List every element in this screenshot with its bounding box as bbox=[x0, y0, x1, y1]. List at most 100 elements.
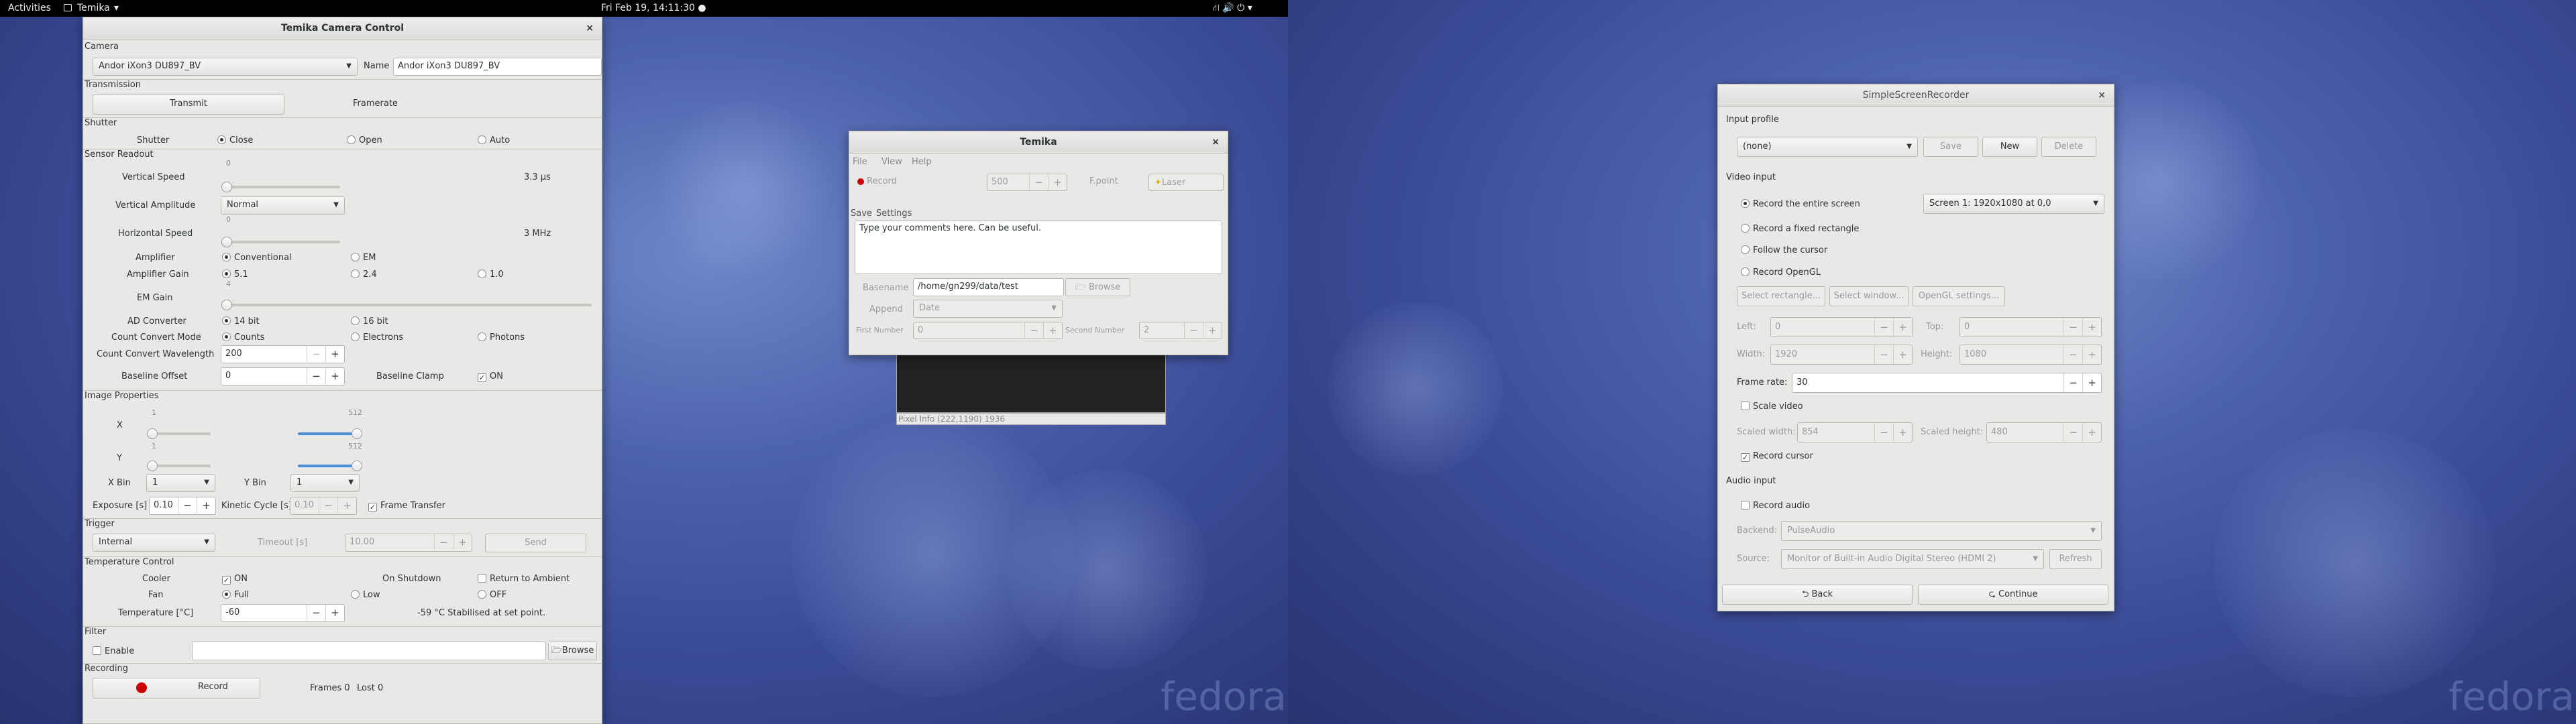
shutter-auto-radio[interactable]: Auto bbox=[478, 135, 510, 145]
clock[interactable]: Fri Feb 19, 14:11:30 ● bbox=[601, 3, 706, 13]
close-icon[interactable]: × bbox=[2098, 84, 2106, 107]
hspeed-slider-handle[interactable] bbox=[221, 237, 232, 247]
temperature-spinner[interactable]: -60 − + bbox=[221, 604, 345, 622]
plus-icon[interactable]: + bbox=[1048, 174, 1067, 190]
menu-view[interactable]: View bbox=[881, 157, 902, 167]
select-window-button[interactable]: Select window... bbox=[1829, 286, 1909, 306]
laser-button[interactable]: ✦Laser bbox=[1148, 174, 1224, 191]
minus-icon[interactable]: − bbox=[434, 534, 453, 550]
minus-icon[interactable]: − bbox=[1029, 174, 1048, 190]
minus-icon[interactable]: − bbox=[319, 497, 337, 514]
plus-icon[interactable]: + bbox=[325, 605, 344, 621]
screen-select[interactable]: Screen 1: 1920x1080 at 0,0 ▼ bbox=[1923, 194, 2104, 214]
menu-file[interactable]: File bbox=[853, 157, 867, 167]
emgain-slider-handle[interactable] bbox=[221, 300, 232, 310]
amp-conventional-radio[interactable]: Conventional bbox=[222, 253, 292, 263]
profile-select[interactable]: (none) ▼ bbox=[1737, 137, 1918, 157]
minus-icon[interactable]: − bbox=[178, 497, 197, 514]
minus-icon[interactable]: − bbox=[307, 346, 325, 362]
ccw-spinner[interactable]: 200 − + bbox=[221, 345, 345, 363]
camera-name-field[interactable]: Andor iXon3 DU897_BV bbox=[393, 58, 602, 76]
camera-select[interactable]: Andor iXon3 DU897_BV ▼ bbox=[93, 58, 358, 76]
minus-icon[interactable]: − bbox=[1184, 322, 1203, 339]
record-opengl-radio[interactable]: Record OpenGL bbox=[1741, 267, 1821, 278]
x-min-slider-handle[interactable] bbox=[147, 428, 158, 439]
x-max-slider-track[interactable] bbox=[298, 432, 358, 435]
plus-icon[interactable]: + bbox=[2082, 318, 2101, 337]
first-number-spinner[interactable]: 0 − + bbox=[913, 322, 1063, 339]
fpoint-label[interactable]: F.point bbox=[1089, 176, 1118, 186]
plus-icon[interactable]: + bbox=[197, 497, 215, 514]
hspeed-slider-track[interactable] bbox=[226, 241, 340, 243]
transmit-button[interactable]: Transmit bbox=[93, 95, 284, 115]
plus-icon[interactable]: + bbox=[2082, 423, 2101, 442]
plus-icon[interactable]: + bbox=[1893, 318, 1912, 337]
tab-save[interactable]: Save bbox=[851, 208, 872, 219]
send-button[interactable]: Send bbox=[485, 534, 586, 552]
x-max-slider-handle[interactable] bbox=[352, 428, 362, 439]
scaled-height-spinner[interactable]: 480 − + bbox=[1986, 422, 2102, 442]
append-select[interactable]: Date ▼ bbox=[913, 300, 1063, 318]
framerate-spinner[interactable]: 30 − + bbox=[1792, 373, 2102, 393]
height-spinner[interactable]: 1080 − + bbox=[1960, 345, 2102, 365]
basename-browse-button[interactable]: 🗁 Browse bbox=[1065, 278, 1130, 296]
plus-icon[interactable]: + bbox=[325, 346, 344, 362]
gain-5-1-radio[interactable]: 5.1 bbox=[222, 269, 248, 280]
minus-icon[interactable]: − bbox=[1024, 322, 1043, 339]
opengl-settings-button[interactable]: OpenGL settings... bbox=[1913, 286, 2005, 306]
minus-icon[interactable]: − bbox=[307, 605, 325, 621]
app-menu-button[interactable]: Temika bbox=[77, 3, 110, 13]
ccm-counts-radio[interactable]: Counts bbox=[222, 333, 264, 343]
refresh-button[interactable]: Refresh bbox=[2049, 549, 2102, 569]
scaled-width-spinner[interactable]: 854 − + bbox=[1797, 422, 1913, 442]
record-count-spinner[interactable]: 500 − + bbox=[987, 174, 1067, 191]
frame-transfer-checkbox[interactable]: ✓ Frame Transfer bbox=[368, 501, 445, 511]
profile-delete-button[interactable]: Delete bbox=[2041, 137, 2096, 157]
exposure-spinner[interactable]: 0.10− + bbox=[149, 497, 216, 515]
back-button[interactable]: ⮌ Back bbox=[1722, 585, 1913, 605]
follow-cursor-radio[interactable]: Follow the cursor bbox=[1741, 245, 1827, 255]
scale-video-checkbox[interactable]: Scale video bbox=[1741, 402, 1803, 412]
ccm-photons-radio[interactable]: Photons bbox=[478, 333, 525, 343]
basename-field[interactable]: /home/gn299/data/test bbox=[913, 278, 1064, 296]
plus-icon[interactable]: + bbox=[1203, 322, 1222, 339]
plus-icon[interactable]: + bbox=[453, 534, 472, 550]
plus-icon[interactable]: + bbox=[337, 497, 356, 514]
trigger-mode-select[interactable]: Internal ▼ bbox=[93, 534, 215, 552]
return-ambient-checkbox[interactable]: Return to Ambient bbox=[478, 574, 570, 584]
activities-button[interactable]: Activities bbox=[8, 3, 51, 13]
kinetic-spinner[interactable]: 0.10− + bbox=[290, 497, 357, 515]
backend-select[interactable]: PulseAudio ▼ bbox=[1781, 521, 2102, 541]
bo-spinner[interactable]: 0 − + bbox=[221, 367, 345, 385]
fan-off-radio[interactable]: OFF bbox=[478, 590, 506, 600]
gain-1-0-radio[interactable]: 1.0 bbox=[478, 269, 504, 280]
second-number-spinner[interactable]: 2 − + bbox=[1139, 322, 1222, 339]
ccm-electrons-radio[interactable]: Electrons bbox=[351, 333, 403, 343]
shutter-open-radio[interactable]: Open bbox=[347, 135, 382, 145]
record-button[interactable]: Record bbox=[93, 678, 260, 699]
record-fixed-radio[interactable]: Record a fixed rectangle bbox=[1741, 224, 1859, 234]
ad-16-radio[interactable]: 16 bit bbox=[351, 316, 388, 326]
minus-icon[interactable]: − bbox=[1874, 423, 1893, 442]
plus-icon[interactable]: + bbox=[1893, 345, 1912, 364]
close-icon[interactable]: × bbox=[586, 17, 594, 40]
source-select[interactable]: Monitor of Built-in Audio Digital Stereo… bbox=[1781, 549, 2044, 569]
vamp-select[interactable]: Normal ▼ bbox=[221, 196, 345, 215]
x-min-slider-track[interactable] bbox=[150, 432, 211, 435]
vspeed-slider-handle[interactable] bbox=[221, 182, 232, 192]
bc-checkbox[interactable]: ✓ ON bbox=[478, 371, 503, 382]
plus-icon[interactable]: + bbox=[1043, 322, 1062, 339]
top-spinner[interactable]: 0 − + bbox=[1960, 317, 2102, 337]
comments-textarea[interactable]: Type your comments here. Can be useful. bbox=[855, 221, 1222, 274]
record-audio-checkbox[interactable]: Record audio bbox=[1741, 501, 1810, 511]
plus-icon[interactable]: + bbox=[2082, 345, 2101, 364]
y-max-slider-handle[interactable] bbox=[352, 461, 362, 471]
filter-enable-checkbox[interactable]: Enable bbox=[93, 646, 134, 656]
minus-icon[interactable]: − bbox=[2063, 373, 2082, 392]
framerate-label[interactable]: Framerate bbox=[353, 99, 398, 109]
width-spinner[interactable]: 1920 − + bbox=[1770, 345, 1913, 365]
minus-icon[interactable]: − bbox=[307, 368, 325, 384]
fan-full-radio[interactable]: Full bbox=[222, 590, 249, 600]
tab-settings[interactable]: Settings bbox=[876, 208, 912, 219]
emgain-slider-track[interactable] bbox=[226, 304, 592, 306]
